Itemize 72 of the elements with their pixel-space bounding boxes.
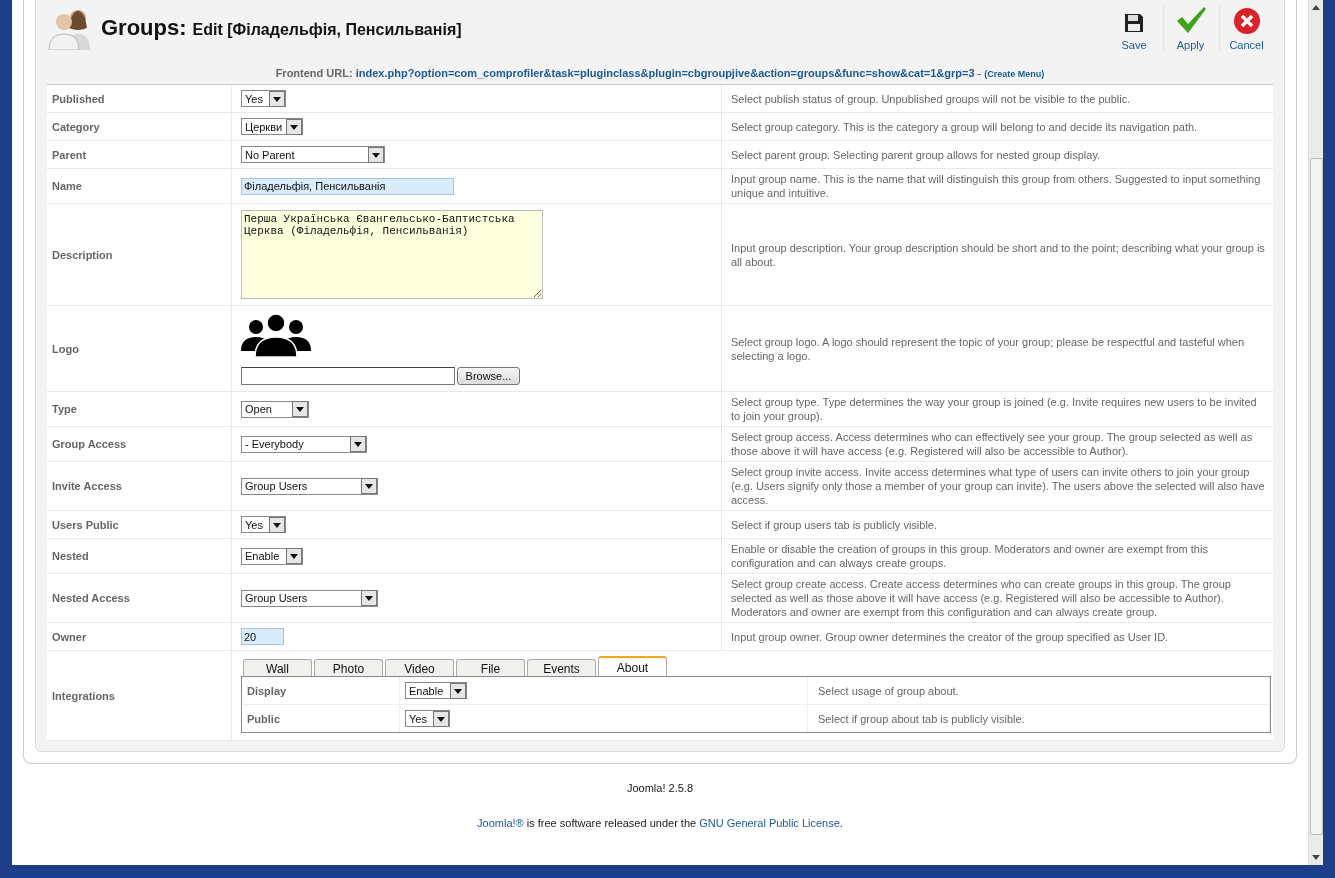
joomla-link[interactable]: Joomla!® xyxy=(477,817,524,829)
license-notice: Joomla!® is free software released under the GNU General Public License. xyxy=(476,817,844,829)
help-text: Select if group users tab is publicly visible. xyxy=(731,517,938,532)
field-label: Type xyxy=(52,403,77,415)
frontend-url-link[interactable]: index.php?option=com_comprofiler&task=pluginclass&plugin=cbgroupjive&action=groups&func=show&cat=1&grp=3 xyxy=(355,67,975,79)
field-label: Logo xyxy=(52,342,79,355)
field-label: Public xyxy=(247,712,280,725)
toolbar-button[interactable]: Apply xyxy=(1163,5,1217,51)
checkmark-icon xyxy=(1174,7,1207,35)
help-text: Select group create access. Create access determines who can create groups in this group. The group selected as well as those above it will have access (e.g. Registered will also be accessible to Author). Moderators and owner are exempt from this configuration and can always create group. xyxy=(731,577,1232,619)
page-title: Groups: xyxy=(101,15,187,41)
scroll-up-icon xyxy=(1312,4,1320,10)
integration-tab[interactable]: Video xyxy=(385,659,454,676)
select-dropdown[interactable]: Enable xyxy=(241,547,303,565)
field-label: Name xyxy=(52,180,82,192)
help-text: Select group type. Type determines the way your group is joined (e.g. Invite requires new users to be invited to join your group). xyxy=(731,395,1258,423)
version-text: Joomla! 2.5.8 xyxy=(625,782,694,794)
browse-button[interactable]: Browse... xyxy=(457,366,520,385)
select-dropdown[interactable]: Yes xyxy=(405,710,450,727)
select-dropdown[interactable]: Enable xyxy=(405,682,467,699)
create-menu-link[interactable]: (Create Menu) xyxy=(984,69,1045,79)
select-dropdown[interactable]: Group Users xyxy=(241,589,378,607)
field-label: Category xyxy=(52,120,100,133)
field-label: Users Public xyxy=(52,518,119,531)
owner-input[interactable]: 20 xyxy=(241,628,284,645)
vertical-scrollbar[interactable] xyxy=(1308,0,1323,865)
scrollbar-thumb[interactable] xyxy=(1309,158,1323,835)
help-text: Select publish status of group. Unpublished groups will not be visible to the public. xyxy=(731,91,1131,106)
integration-tab[interactable]: File xyxy=(456,659,525,676)
description-textarea[interactable]: Перша Українська Євангельсько-Баптистська Церква (Філадельфія, Пенсильванія) xyxy=(241,210,543,299)
help-text: Select group category. This is the category a group will belong to and decide its navigation path. xyxy=(731,119,1198,134)
integration-tab[interactable]: Events xyxy=(527,659,596,676)
cancel-icon xyxy=(1232,7,1261,35)
select-dropdown[interactable]: Yes xyxy=(241,516,286,533)
select-dropdown[interactable]: Церкви xyxy=(241,118,303,135)
field-label: Integrations xyxy=(52,689,115,702)
field-label: Display xyxy=(247,684,287,697)
help-text: Input group name. This is the name that will distinguish this group from others. Suggested to input something unique and intuitive. xyxy=(731,172,1262,200)
toolbar-button[interactable]: Cancel xyxy=(1219,5,1273,51)
help-text: Input group owner. Group owner determines the creator of the group specified as User ID. xyxy=(731,629,1169,644)
field-label: Description xyxy=(52,248,113,261)
field-label: Nested xyxy=(52,550,89,562)
page-subtitle: Edit [Філадельфія, Пенсильванія] xyxy=(192,21,462,39)
field-label: Invite Access xyxy=(52,480,122,492)
help-text: Select if group about tab is publicly visible. xyxy=(818,712,1025,725)
integration-tab[interactable]: Photo xyxy=(314,659,383,676)
help-text: Input group description. Your group description should be short and to the point; describing what your group is all about. xyxy=(731,240,1265,269)
frontend-url: Frontend URL: index.php?option=com_comprofiler&task=pluginclass&plugin=cbgroupjive&action=groups&func=show&cat=1&grp=3 - (Create Menu) xyxy=(275,67,1045,79)
help-text: Select parent group. Selecting parent group allows for nested group display. xyxy=(731,147,1101,162)
select-dropdown[interactable]: No Parent xyxy=(241,146,385,163)
group-logo-icon xyxy=(241,312,311,357)
field-label: Parent xyxy=(52,148,87,161)
help-text: Enable or disable the creation of groups in this group. Moderators and owner are exempt from this configuration and can always create groups. xyxy=(731,542,1209,570)
license-link[interactable]: GNU General Public License xyxy=(699,817,840,829)
help-text: Select group access. Access determines who can effectively see your group. The group selected as well as those above it will have access (e.g. Registered will also be accessible to Author). xyxy=(731,430,1254,458)
integration-tab[interactable]: Wall xyxy=(243,659,312,676)
select-dropdown[interactable]: Open xyxy=(241,400,309,418)
toolbar-button[interactable]: Save xyxy=(1107,5,1161,51)
select-dropdown[interactable]: Yes xyxy=(241,90,286,107)
integration-tab[interactable]: About xyxy=(598,656,667,676)
field-label: Group Access xyxy=(52,438,127,450)
name-input[interactable]: Філадельфія, Пенсильванія xyxy=(241,177,454,195)
file-input[interactable] xyxy=(241,366,455,385)
field-label: Owner xyxy=(52,630,87,643)
help-text: Select group invite access. Invite access determines what type of users can invite others to join your group (e.g. Users signify only those a member of your group can invite). The users above the selected will also have access. xyxy=(731,465,1265,507)
help-text: Select usage of group about. xyxy=(818,684,959,697)
help-text: Select group logo. A logo should represent the topic of your group; please be respectful and tasteful when selecting a logo. xyxy=(731,334,1246,363)
select-dropdown[interactable]: - Everybody xyxy=(241,435,367,453)
field-label: Published xyxy=(52,92,105,105)
select-dropdown[interactable]: Group Users xyxy=(241,477,378,495)
scroll-down-icon xyxy=(1312,855,1320,861)
field-label: Nested Access xyxy=(52,592,130,604)
